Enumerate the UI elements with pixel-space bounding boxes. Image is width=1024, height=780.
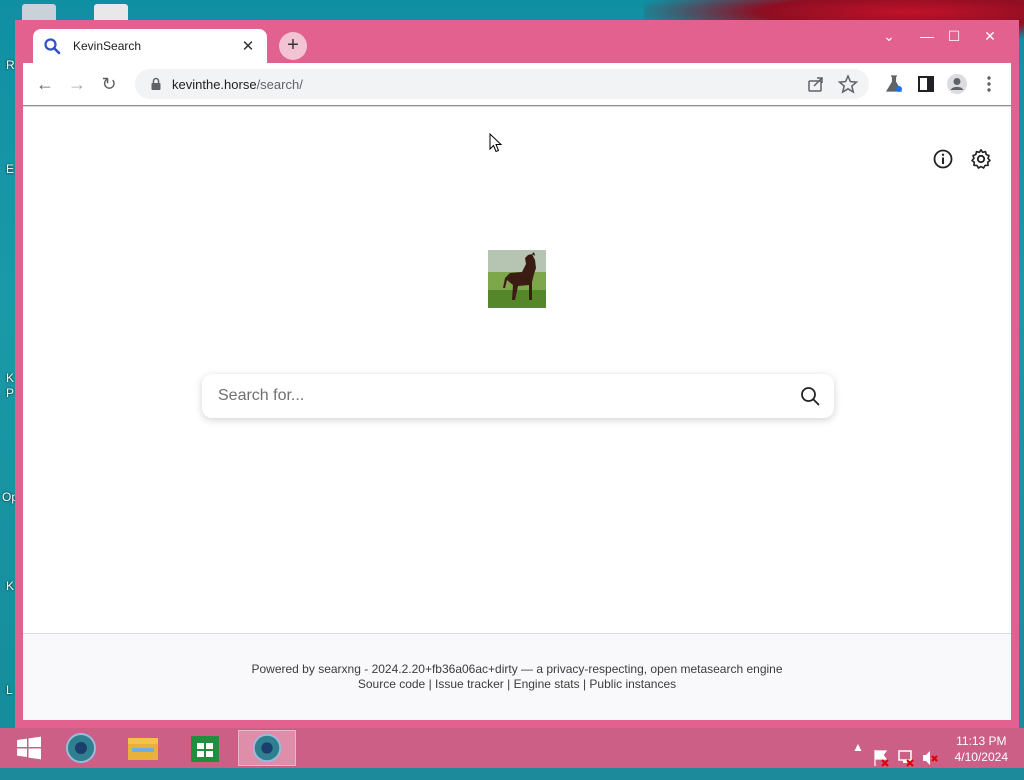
search-icon[interactable] [798,384,822,408]
engine-stats-link[interactable]: Engine stats [514,677,580,691]
forward-button[interactable]: → [65,72,89,96]
desktop-label: R [6,58,15,72]
footer-version-text: - 2024.2.20+fb36a06ac+dirty — a privacy-… [364,662,783,676]
footer-powered-prefix: Powered by [251,662,315,676]
desktop-label: L [6,683,13,697]
back-button[interactable]: ← [33,72,57,96]
page-footer: Powered by searxng - 2024.2.20+fb36a06ac… [23,633,1011,720]
profile-icon[interactable] [946,73,968,95]
maximize-button[interactable]: ☐ [940,24,968,48]
public-instances-link[interactable]: Public instances [589,677,676,691]
search-favicon-icon [44,38,61,55]
labs-flask-icon[interactable] [883,73,905,95]
desktop-label: E [6,162,15,176]
source-code-link[interactable]: Source code [358,677,425,691]
browser-taskbar-icon[interactable] [52,730,110,766]
share-icon[interactable] [805,73,827,95]
desktop-label: K [6,371,15,385]
footer-separator: | [507,677,511,691]
desktop-label: P [6,386,15,400]
file-explorer-icon[interactable] [114,730,172,766]
active-browser-taskbar-icon[interactable] [238,730,296,766]
footer-separator: | [428,677,432,691]
store-icon[interactable] [176,730,234,766]
clock-time: 11:13 PM [956,734,1007,748]
volume-muted-icon[interactable] [921,738,939,778]
mouse-cursor-icon [489,133,503,153]
url-path: /search/ [256,76,303,92]
tab-kevinsearch[interactable]: KevinSearch ✕ [33,29,267,63]
browser-toolbar: ← → ↻ kevinthe.horse /search/ [23,63,1011,105]
tab-strip: KevinSearch ✕ + ⌄ — ☐ ✕ [15,20,1019,63]
tab-search-icon[interactable]: ⌄ [875,24,903,48]
tray-overflow-icon[interactable]: ▲ [852,740,864,780]
desktop-label: K [6,579,15,593]
new-tab-button[interactable]: + [279,32,307,60]
network-icon[interactable] [897,738,915,778]
footer-links: Source code | Issue tracker | Engine sta… [23,677,1011,691]
start-windows-icon[interactable] [0,730,58,766]
footer-separator: | [582,677,587,691]
clock-date: 4/10/2024 [954,750,1008,764]
star-icon[interactable] [837,73,859,95]
close-window-button[interactable]: ✕ [976,24,1004,48]
page-top-icons [931,147,993,171]
page-content: Powered by searxng - 2024.2.20+fb36a06ac… [23,106,1011,720]
tab-close-icon[interactable]: ✕ [239,37,257,55]
searxng-link[interactable]: searxng [318,662,361,676]
tab-title: KevinSearch [73,39,142,53]
info-icon[interactable] [931,147,955,171]
search-input[interactable] [216,386,798,406]
browser-window: KevinSearch ✕ + ⌄ — ☐ ✕ ← → ↻ kevinthe.h… [15,20,1019,728]
action-center-flag-icon[interactable] [872,738,890,778]
issue-tracker-link[interactable]: Issue tracker [435,677,504,691]
menu-icon[interactable] [978,73,1000,95]
footer-powered-by: Powered by searxng - 2024.2.20+fb36a06ac… [23,662,1011,676]
search-box [202,374,834,418]
address-bar[interactable]: kevinthe.horse /search/ [135,69,869,99]
lock-icon[interactable] [149,77,163,91]
reload-button[interactable]: ↻ [97,72,121,96]
side-panel-icon[interactable] [915,73,937,95]
horse-logo-image [488,250,546,308]
url-host: kevinthe.horse [172,76,257,92]
minimize-button[interactable]: — [913,24,941,48]
taskbar: ▲ 11:13 PM 4/10/2024 [0,728,1024,768]
gear-icon[interactable] [969,147,993,171]
system-clock[interactable]: 11:13 PM 4/10/2024 [955,733,1008,765]
